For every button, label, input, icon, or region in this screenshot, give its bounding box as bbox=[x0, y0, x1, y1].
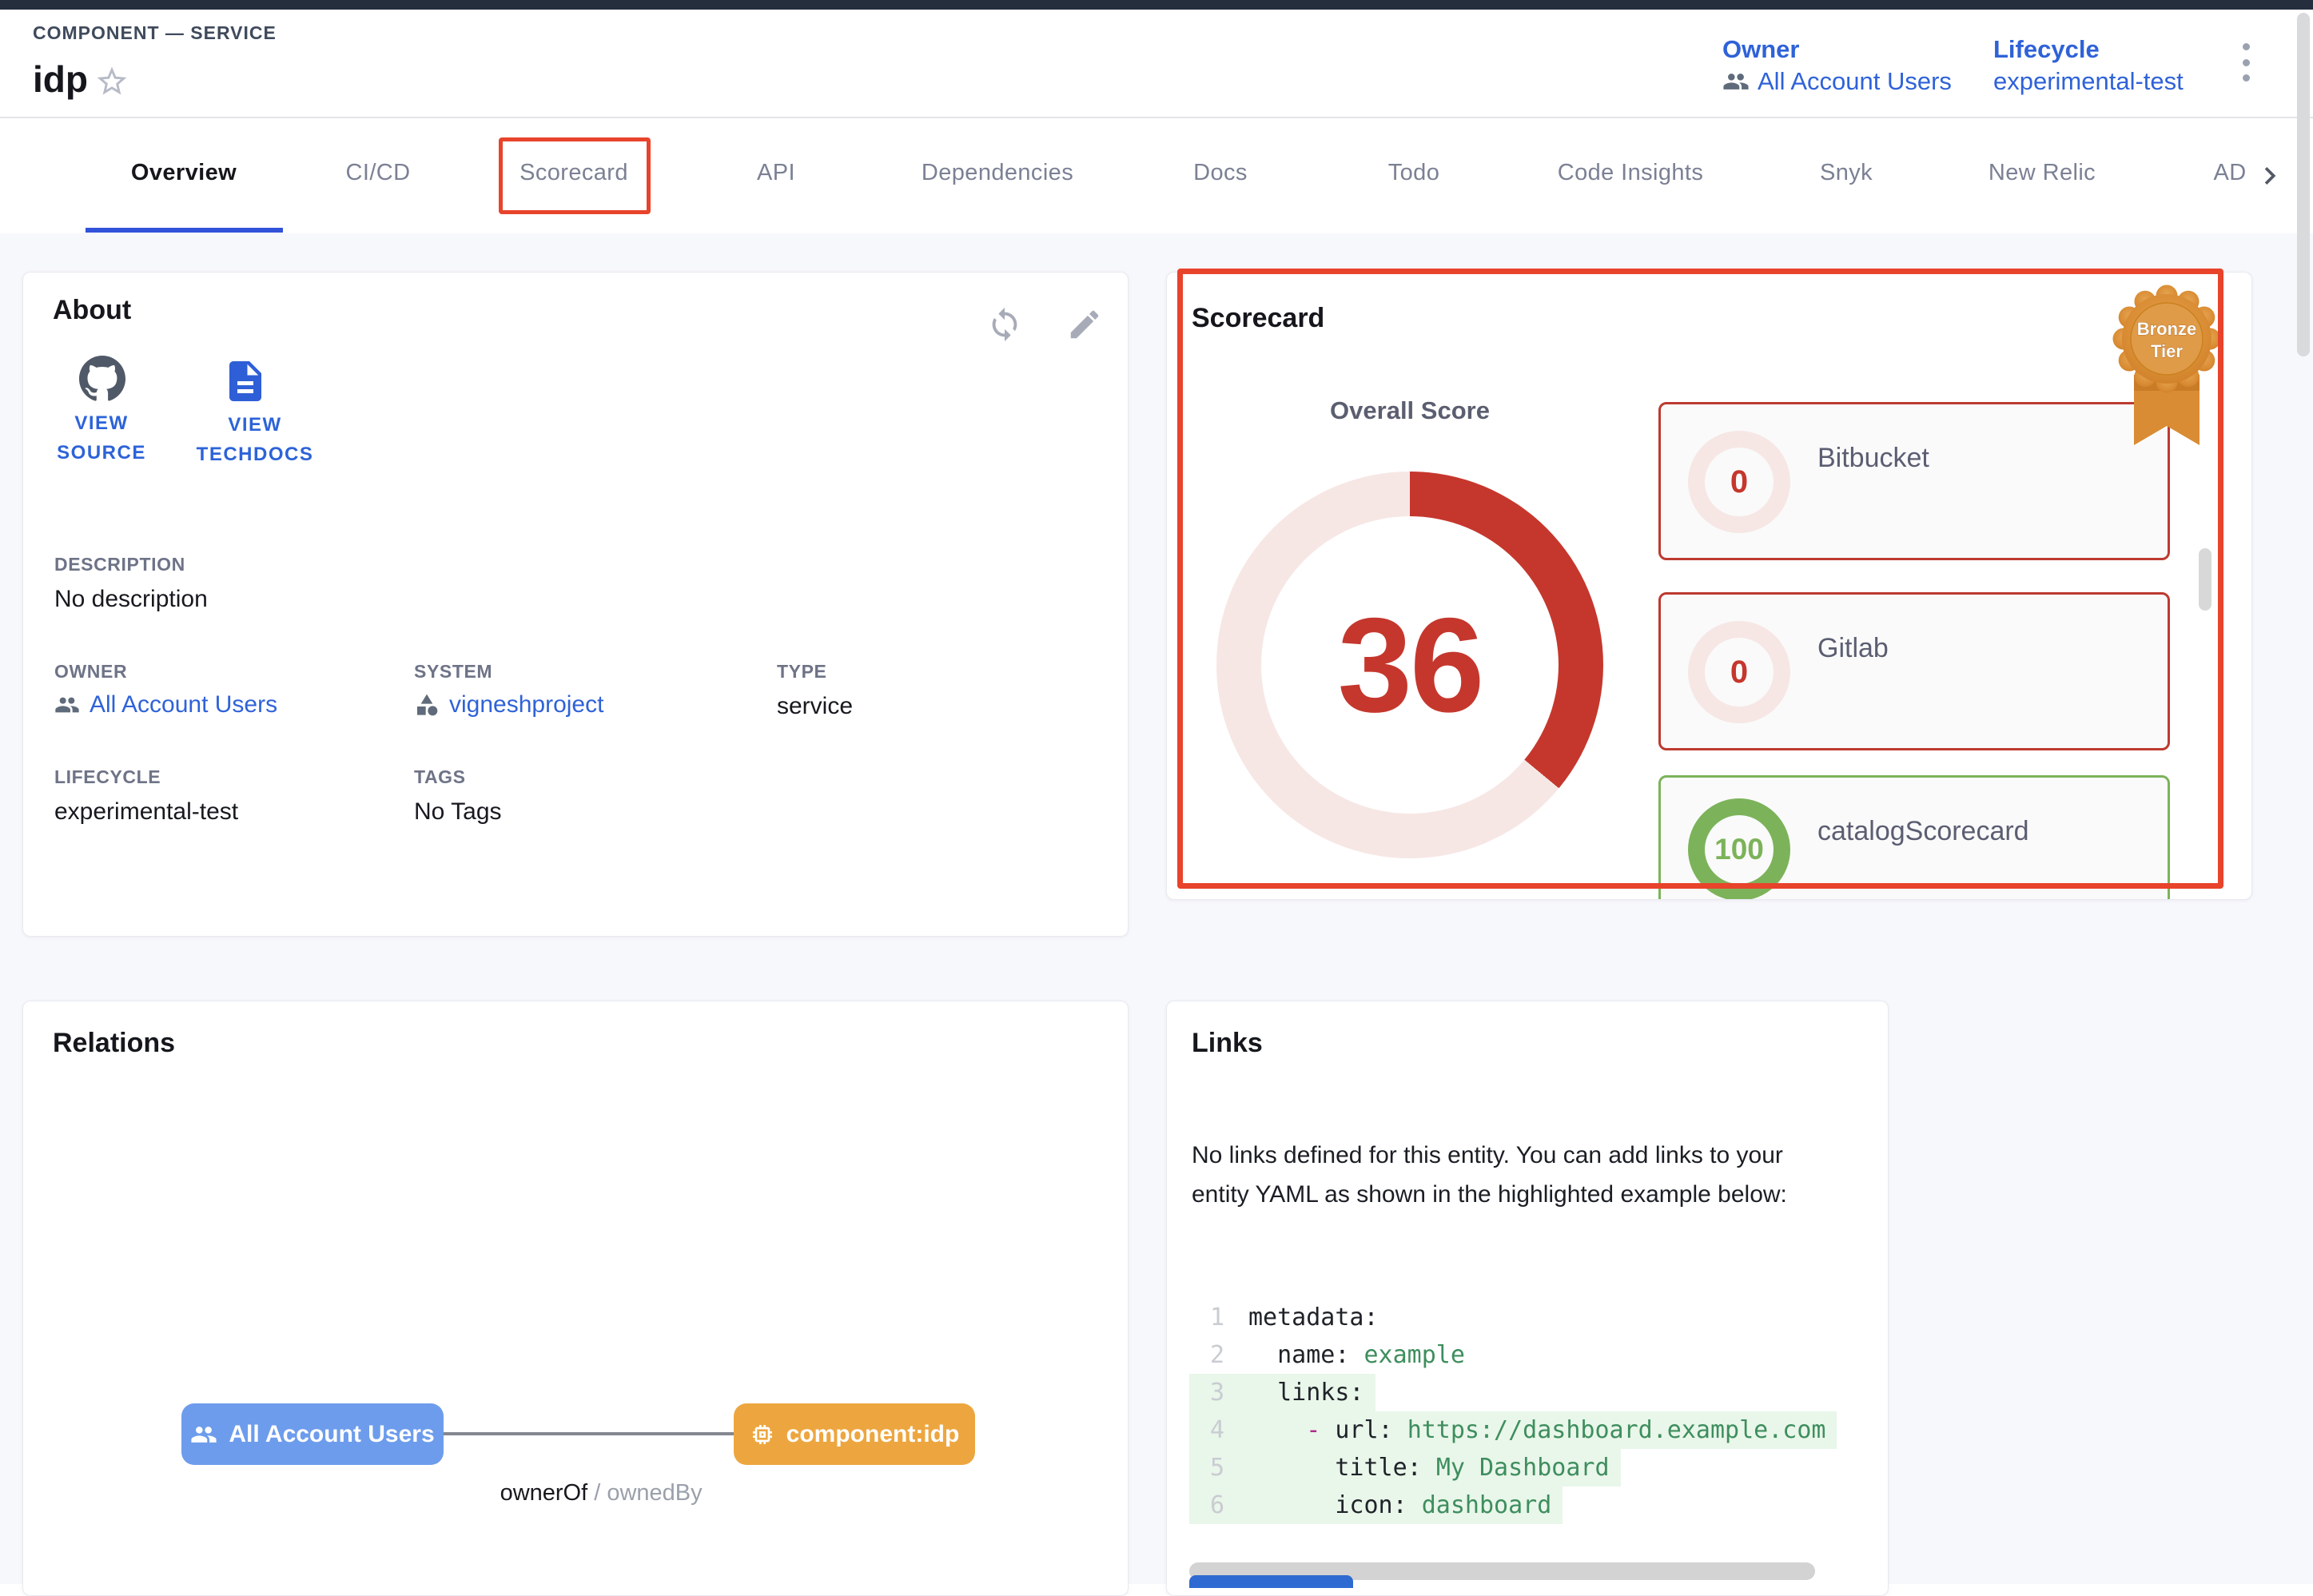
header-owner-value[interactable]: All Account Users bbox=[1722, 67, 1952, 96]
edge-separator: / bbox=[587, 1480, 607, 1506]
code-line-highlighted: 3 links: bbox=[1189, 1374, 1375, 1411]
tabs-scroll-right-chevron-icon[interactable] bbox=[2252, 158, 2287, 193]
tab-new-relic[interactable]: New Relic bbox=[1989, 160, 2096, 186]
page-scrollbar-thumb[interactable] bbox=[2297, 13, 2310, 356]
description-label: DESCRIPTION bbox=[54, 554, 185, 575]
edge-forward-label: ownerOf bbox=[500, 1480, 588, 1506]
description-value: No description bbox=[54, 586, 208, 613]
scorecard-item-name: Bitbucket bbox=[1817, 443, 1929, 474]
owner-value[interactable]: All Account Users bbox=[54, 691, 277, 718]
header-owner-label: Owner bbox=[1722, 35, 1799, 64]
owner-label: OWNER bbox=[54, 661, 127, 683]
tab-code-insights[interactable]: Code Insights bbox=[1558, 160, 1704, 186]
tab-snyk[interactable]: Snyk bbox=[1820, 160, 1873, 186]
scorecard-item-name: Gitlab bbox=[1817, 633, 1889, 664]
tab-dependencies[interactable]: Dependencies bbox=[922, 160, 1073, 186]
page-title: idp bbox=[33, 58, 88, 101]
header-lifecycle-value: experimental-test bbox=[1993, 67, 2184, 96]
score-value: 0 bbox=[1730, 464, 1748, 500]
system-value[interactable]: vigneshproject bbox=[414, 691, 603, 718]
top-window-bar bbox=[0, 0, 2313, 10]
code-line-highlighted: 5 title: My Dashboard bbox=[1189, 1449, 1621, 1487]
header-lifecycle-label: Lifecycle bbox=[1993, 35, 2100, 64]
system-label: SYSTEM bbox=[414, 661, 492, 683]
score-value: 100 bbox=[1714, 833, 1764, 866]
relation-target-label: component:idp bbox=[786, 1421, 960, 1448]
score-value: 0 bbox=[1730, 655, 1748, 691]
scorecard-scrollbar-thumb[interactable] bbox=[2199, 548, 2211, 611]
scorecard-item-gitlab[interactable]: 0 Gitlab bbox=[1658, 592, 2170, 750]
links-card-title: Links bbox=[1192, 1028, 1263, 1059]
badge-line1: Bronze bbox=[2137, 319, 2197, 339]
type-value: service bbox=[777, 693, 853, 720]
github-icon[interactable] bbox=[79, 356, 125, 402]
scorecard-item-catalogscorecard[interactable]: 100 catalogScorecard bbox=[1658, 775, 2170, 900]
tab-scorecard[interactable]: Scorecard bbox=[520, 160, 628, 186]
links-empty-message: No links defined for this entity. You ca… bbox=[1192, 1136, 1815, 1214]
relation-edge-label: ownerOf / ownedBy bbox=[444, 1454, 732, 1533]
edit-pencil-icon[interactable] bbox=[1066, 306, 1103, 343]
scorecard-item-bitbucket[interactable]: 0 Bitbucket bbox=[1658, 402, 2170, 560]
type-label: TYPE bbox=[777, 661, 826, 683]
tags-label: TAGS bbox=[414, 766, 466, 788]
lifecycle-label: LIFECYCLE bbox=[54, 766, 161, 788]
overall-score-value: 36 bbox=[1338, 588, 1483, 742]
favorite-star-icon[interactable] bbox=[94, 64, 129, 99]
system-category-icon bbox=[414, 692, 440, 718]
header-owner-link[interactable]: All Account Users bbox=[1758, 67, 1952, 96]
about-card: About VIEW SOURCE VIEW TECHDOCS DESCRIPT… bbox=[22, 272, 1129, 937]
overall-score-label: Overall Score bbox=[1250, 396, 1570, 425]
tab-cicd[interactable]: CI/CD bbox=[346, 160, 411, 186]
tab-overview[interactable]: Overview bbox=[131, 160, 237, 186]
view-techdocs-link[interactable]: VIEW TECHDOCS bbox=[191, 410, 319, 469]
cut-off-blue-button[interactable] bbox=[1189, 1575, 1353, 1588]
relation-edge-line bbox=[444, 1432, 734, 1435]
people-icon bbox=[54, 692, 80, 718]
about-card-title: About bbox=[53, 295, 131, 326]
scorecard-card-title: Scorecard bbox=[1192, 303, 1324, 334]
scorecard-card: Scorecard Overall Score 36 0 Bitbucket 0… bbox=[1166, 272, 2252, 900]
tab-api[interactable]: API bbox=[757, 160, 795, 186]
techdocs-document-icon[interactable] bbox=[221, 357, 269, 405]
lifecycle-value: experimental-test bbox=[54, 798, 238, 826]
scorecard-item-name: catalogScorecard bbox=[1817, 816, 2029, 847]
refresh-icon[interactable] bbox=[986, 306, 1023, 343]
overall-score-gauge: 36 bbox=[1216, 472, 1603, 858]
links-card: Links No links defined for this entity. … bbox=[1166, 1001, 1889, 1596]
view-source-link[interactable]: VIEW SOURCE bbox=[54, 408, 149, 468]
relation-source-chip[interactable]: All Account Users bbox=[181, 1403, 444, 1465]
code-line-highlighted: 4 - url: https://dashboard.example.com bbox=[1189, 1411, 1837, 1449]
relation-target-chip[interactable]: component:idp bbox=[734, 1403, 975, 1465]
active-tab-indicator bbox=[86, 228, 283, 233]
header-divider bbox=[0, 117, 2313, 118]
relations-card-title: Relations bbox=[53, 1028, 175, 1059]
relations-card: Relations All Account Users component:id… bbox=[22, 1001, 1129, 1596]
bronze-tier-badge: Bronze Tier bbox=[2099, 279, 2235, 471]
breadcrumb: COMPONENT — SERVICE bbox=[33, 22, 277, 44]
code-line: 2 name: example bbox=[1189, 1336, 1476, 1374]
yaml-code-block: 1metadata: 2 name: example 3 links: 4 - … bbox=[1189, 1299, 1869, 1562]
more-options-kebab-icon[interactable] bbox=[2238, 43, 2254, 82]
chip-memory-icon bbox=[750, 1422, 775, 1447]
tab-overflow-cut[interactable]: AD bbox=[2213, 160, 2246, 186]
people-icon bbox=[1722, 68, 1750, 95]
code-line: 1metadata: bbox=[1189, 1299, 1390, 1336]
badge-line2: Tier bbox=[2151, 341, 2183, 361]
tags-value: No Tags bbox=[414, 798, 502, 826]
code-line-highlighted: 6 icon: dashboard bbox=[1189, 1487, 1563, 1524]
tab-docs[interactable]: Docs bbox=[1193, 160, 1248, 186]
edge-reverse-label: ownedBy bbox=[607, 1480, 702, 1506]
tab-todo[interactable]: Todo bbox=[1388, 160, 1440, 186]
system-link-text[interactable]: vigneshproject bbox=[449, 691, 603, 718]
people-icon bbox=[190, 1421, 217, 1448]
relation-source-label: All Account Users bbox=[229, 1421, 434, 1448]
owner-link-text[interactable]: All Account Users bbox=[90, 691, 277, 718]
